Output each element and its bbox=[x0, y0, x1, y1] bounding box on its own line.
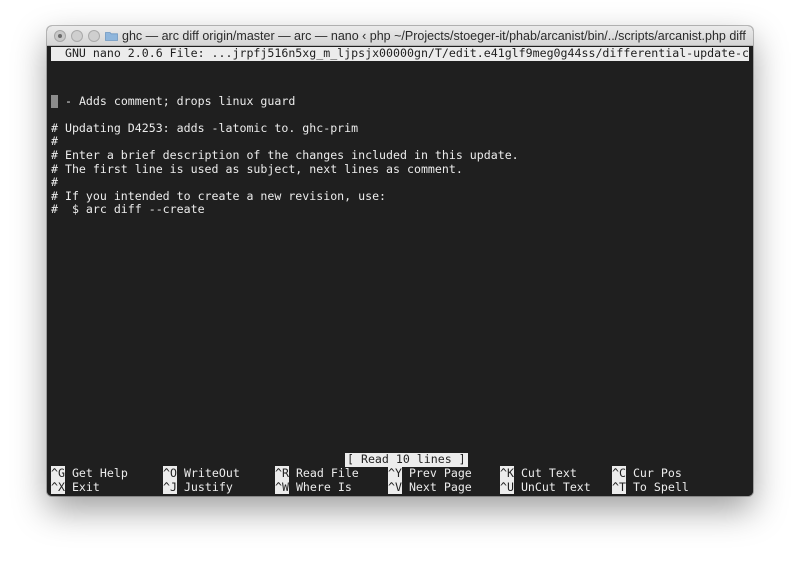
shortcut-label: WriteOut bbox=[183, 466, 240, 480]
editor-line[interactable]: # The first line is used as subject, nex… bbox=[51, 162, 463, 177]
shortcut-label: Prev Page bbox=[408, 466, 472, 480]
minimize-button-icon[interactable] bbox=[71, 30, 83, 42]
shortcut-next-page[interactable]: ^V Next Page bbox=[388, 480, 472, 495]
shortcut-key: ^G bbox=[51, 466, 65, 480]
shortcut-label: UnCut Text bbox=[520, 480, 591, 494]
shortcut-label: Justify bbox=[183, 480, 233, 494]
editor-line[interactable]: # bbox=[51, 176, 58, 190]
nano-editor[interactable]: GNU nano 2.0.6 File: ...jrpfj516n5xg_m_l… bbox=[47, 47, 753, 496]
editor-line[interactable]: # Enter a brief description of the chang… bbox=[51, 148, 519, 163]
shortcut-read-file[interactable]: ^R Read File bbox=[275, 466, 359, 481]
shortcut-writeout[interactable]: ^O WriteOut bbox=[163, 466, 240, 481]
shortcut-label: Exit bbox=[71, 480, 100, 494]
editor-line[interactable]: # bbox=[51, 135, 58, 149]
shortcut-where-is[interactable]: ^W Where Is bbox=[275, 480, 352, 495]
shortcut-key: ^O bbox=[163, 466, 177, 480]
shortcut-key: ^T bbox=[612, 480, 626, 494]
shortcut-label: Next Page bbox=[408, 480, 472, 494]
shortcut-get-help[interactable]: ^G Get Help bbox=[51, 466, 128, 481]
shortcut-key: ^K bbox=[500, 466, 514, 480]
editor-line[interactable]: # If you intended to create a new revisi… bbox=[51, 189, 386, 204]
text-cursor bbox=[51, 94, 58, 108]
shortcut-label: Cur Pos bbox=[632, 466, 682, 480]
shortcut-key: ^W bbox=[275, 480, 289, 494]
shortcut-key: ^Y bbox=[388, 466, 402, 480]
editor-line[interactable]: # $ arc diff --create bbox=[51, 203, 205, 217]
shortcut-label: Get Help bbox=[71, 466, 128, 480]
editor-line-1[interactable]: - Adds comment; drops linux guard bbox=[51, 93, 296, 109]
nano-header-bar: GNU nano 2.0.6 File: ...jrpfj516n5xg_m_l… bbox=[51, 47, 749, 61]
shortcut-cur-pos[interactable]: ^C Cur Pos bbox=[612, 466, 682, 481]
shortcut-label: Where Is bbox=[295, 480, 352, 494]
folder-icon bbox=[105, 32, 118, 41]
editor-line-1-text: - Adds comment; drops linux guard bbox=[58, 93, 296, 108]
shortcut-justify[interactable]: ^J Justify bbox=[163, 480, 233, 495]
title-bar[interactable]: ghc — arc diff origin/master — arc — nan… bbox=[47, 26, 753, 46]
shortcut-key: ^U bbox=[500, 480, 514, 494]
shortcut-label: Cut Text bbox=[520, 466, 577, 480]
shortcut-to-spell[interactable]: ^T To Spell bbox=[612, 480, 689, 495]
shortcut-key: ^R bbox=[275, 466, 289, 480]
shortcut-key: ^J bbox=[163, 480, 177, 494]
shortcut-uncut-text[interactable]: ^U UnCut Text bbox=[500, 480, 591, 495]
shortcut-prev-page[interactable]: ^Y Prev Page bbox=[388, 466, 472, 481]
close-button-icon[interactable] bbox=[54, 30, 66, 42]
window-title: ghc — arc diff origin/master — arc — nan… bbox=[122, 29, 748, 43]
editor-line[interactable]: # Updating D4253: adds -latomic to. ghc-… bbox=[51, 121, 358, 136]
shortcut-key: ^C bbox=[612, 466, 626, 480]
shortcut-cut-text[interactable]: ^K Cut Text bbox=[500, 466, 577, 481]
shortcut-exit[interactable]: ^X Exit bbox=[51, 480, 100, 495]
zoom-button-icon[interactable] bbox=[88, 30, 100, 42]
status-message: [ Read 10 lines ] bbox=[345, 452, 468, 467]
shortcut-key: ^V bbox=[388, 480, 402, 494]
terminal-window: ghc — arc diff origin/master — arc — nan… bbox=[47, 26, 753, 496]
shortcut-label: Read File bbox=[295, 466, 359, 480]
shortcut-label: To Spell bbox=[632, 480, 689, 494]
shortcut-key: ^X bbox=[51, 480, 65, 494]
